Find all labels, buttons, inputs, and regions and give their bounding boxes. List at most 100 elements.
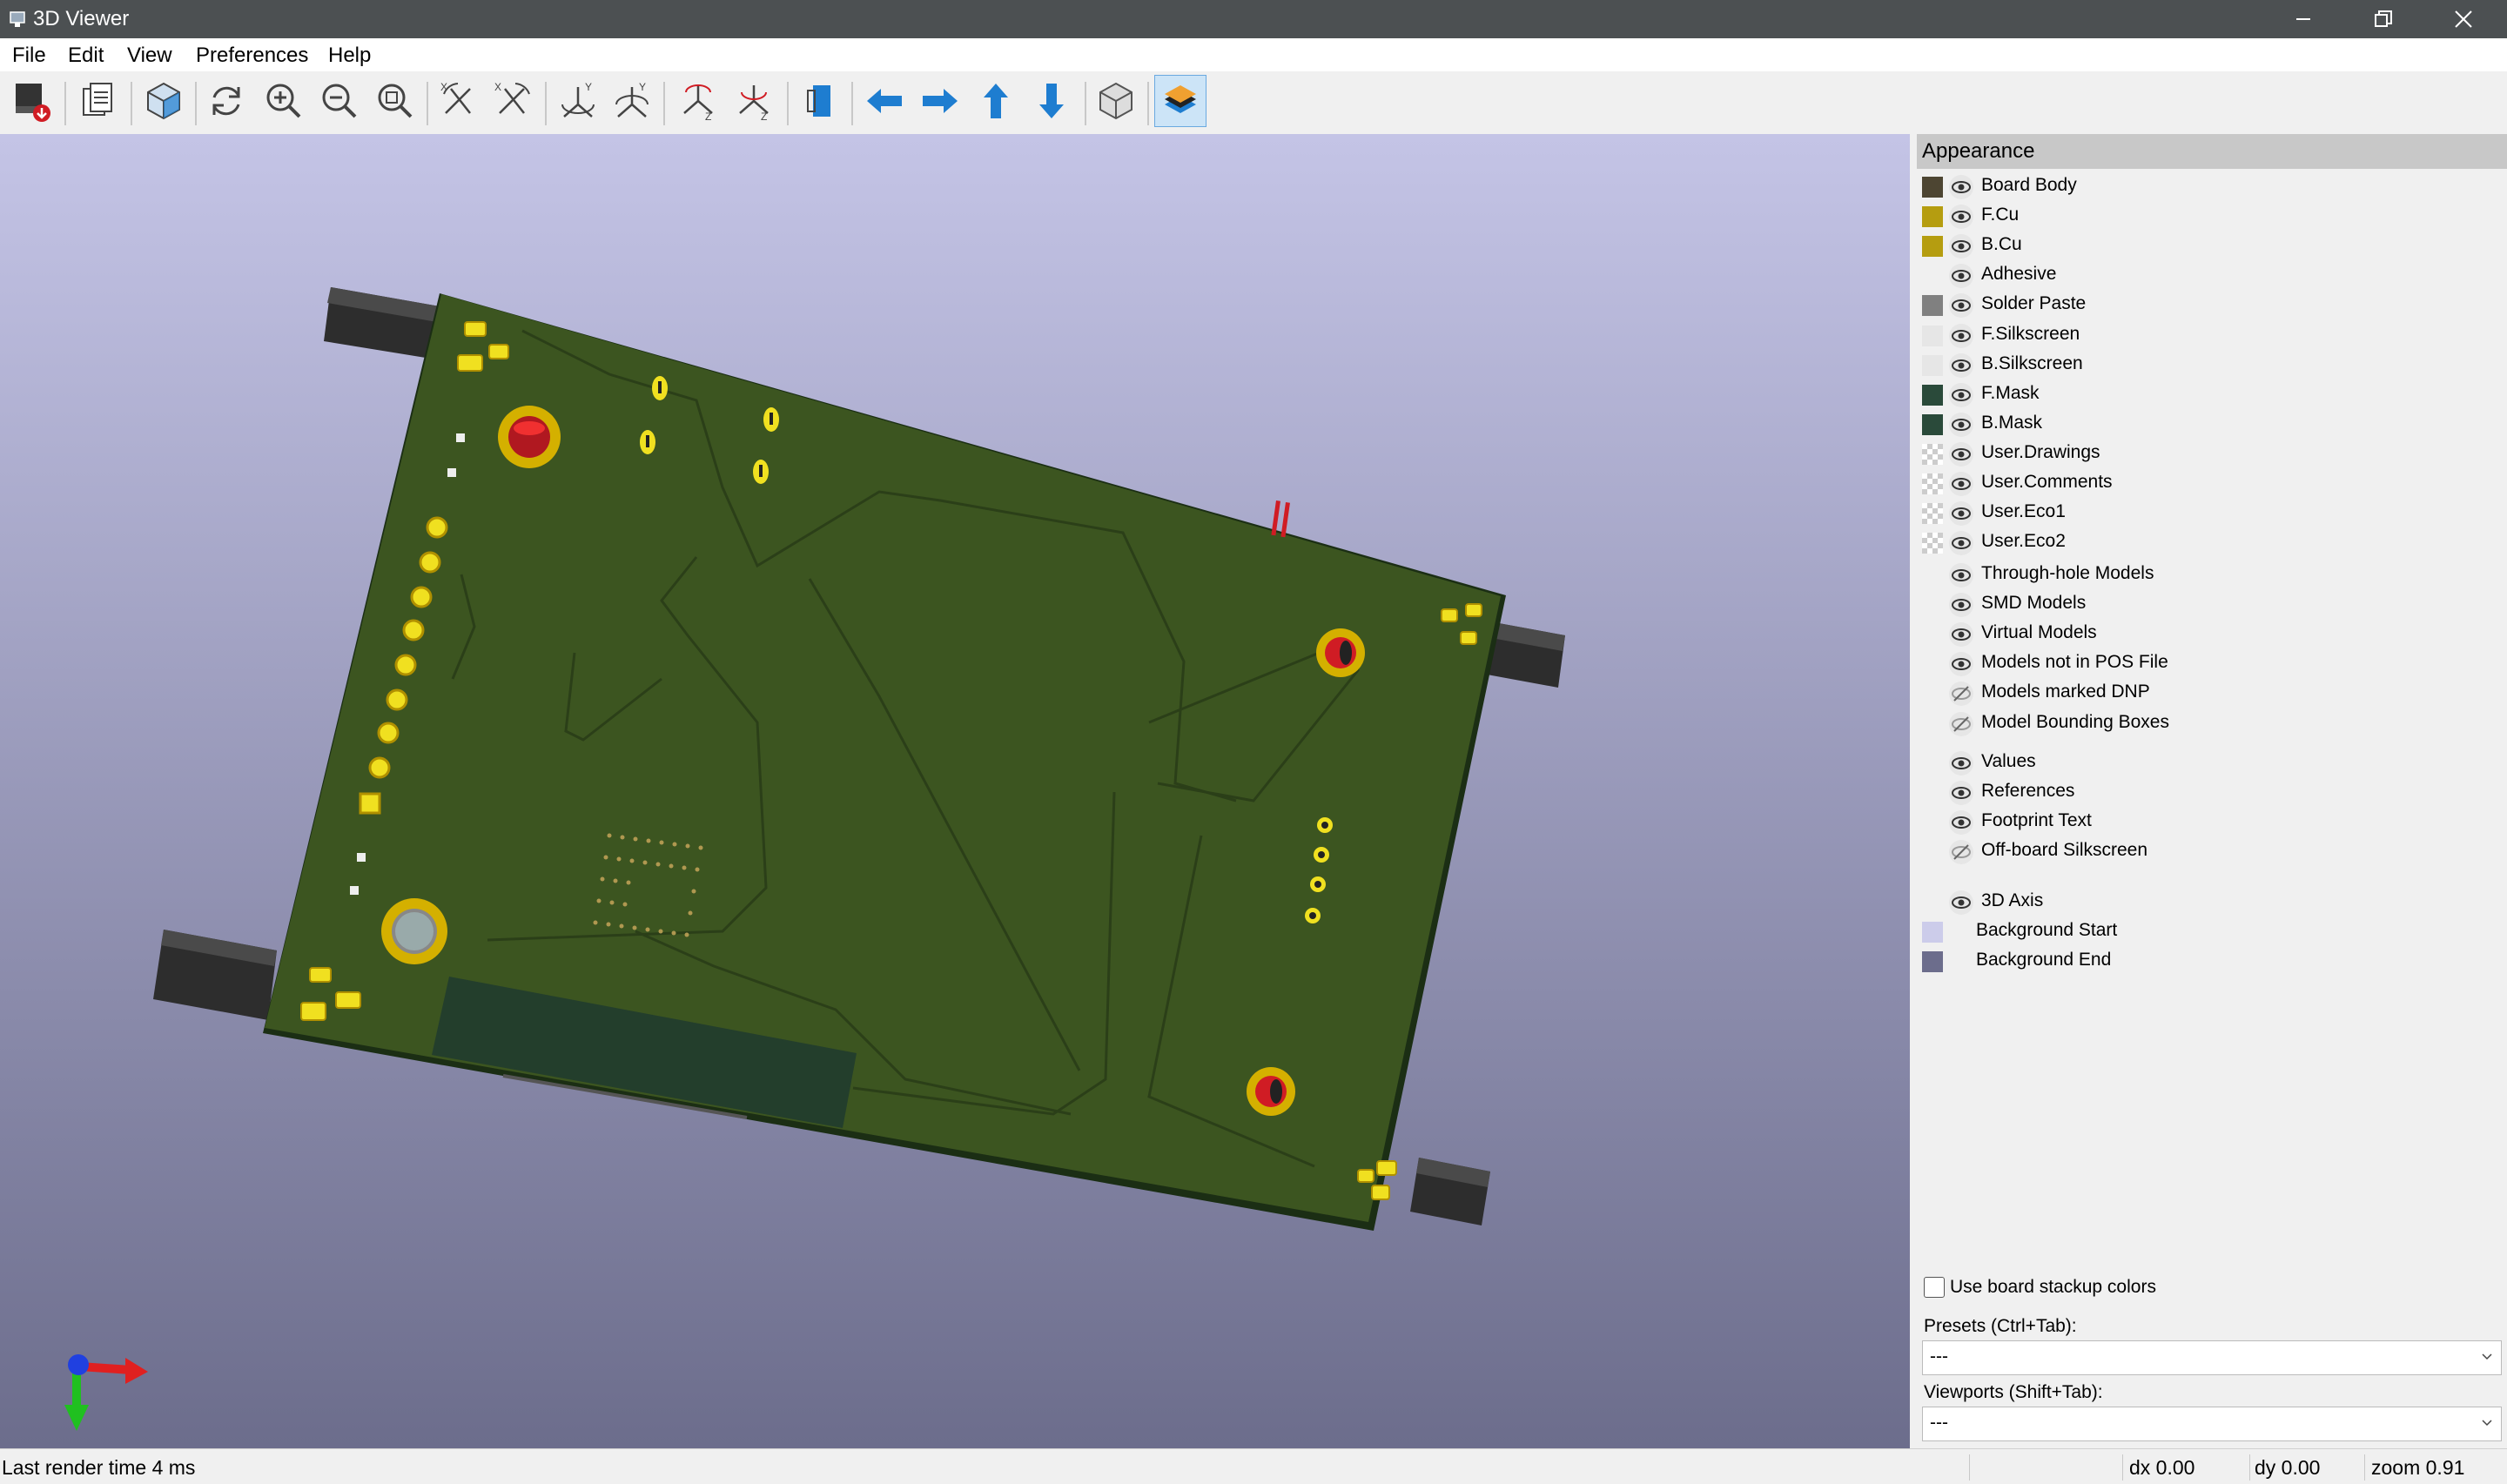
reload-board-button[interactable] <box>200 75 252 127</box>
panel-splitter[interactable] <box>1910 134 1917 1448</box>
eye-icon[interactable] <box>1948 530 1974 556</box>
layer-color-swatch[interactable] <box>1922 236 1943 258</box>
text-row-values[interactable]: Values <box>1917 749 2500 778</box>
eye-icon[interactable] <box>1948 890 1974 916</box>
layer-color-swatch[interactable] <box>1922 533 1943 554</box>
layer-row-f-mask[interactable]: F.Mask <box>1917 380 2500 410</box>
zoom-in-button[interactable] <box>258 75 310 127</box>
eye-icon[interactable] <box>1948 809 1974 836</box>
eye-icon[interactable] <box>1948 750 1974 776</box>
appearance-panel-toggle[interactable] <box>1154 75 1206 127</box>
eye-icon[interactable] <box>1948 441 1974 467</box>
flip-board-button[interactable] <box>794 75 846 127</box>
eye-icon[interactable] <box>1948 621 1974 648</box>
rotate-z-cw-button[interactable]: Z <box>672 75 724 127</box>
layer-color-swatch[interactable] <box>1922 295 1943 317</box>
eye-icon[interactable] <box>1948 471 1974 497</box>
layer-color-swatch[interactable] <box>1922 325 1943 346</box>
3d-viewport[interactable] <box>0 134 1910 1448</box>
layer-color-swatch[interactable] <box>1922 473 1943 494</box>
menu-file[interactable]: File <box>12 44 46 68</box>
background-color-swatch[interactable] <box>1922 922 1943 943</box>
move-left-button[interactable] <box>858 75 911 127</box>
model-row-model-bounding-boxes[interactable]: Model Bounding Boxes <box>1917 709 2500 739</box>
rotate-z-ccw-button[interactable]: Z <box>728 75 780 127</box>
eye-icon[interactable] <box>1948 500 1974 527</box>
layer-color-swatch[interactable] <box>1922 413 1943 435</box>
row-label: 3D Axis <box>1981 890 2044 910</box>
flip-board-icon <box>807 85 830 117</box>
viewports-select[interactable]: --- <box>1922 1407 2502 1441</box>
layer-row-f-cu[interactable]: F.Cu <box>1917 202 2500 232</box>
eye-icon[interactable] <box>1948 233 1974 259</box>
eye-icon[interactable] <box>1948 651 1974 677</box>
menu-preferences[interactable]: Preferences <box>196 44 308 68</box>
eye-hidden-icon[interactable] <box>1948 839 1974 865</box>
export-image-button[interactable] <box>7 75 59 127</box>
menu-edit[interactable]: Edit <box>68 44 104 68</box>
layer-row-solder-paste[interactable]: Solder Paste <box>1917 291 2500 320</box>
model-row-models-not-in-pos-file[interactable]: Models not in POS File <box>1917 649 2500 679</box>
orthographic-button[interactable] <box>1090 75 1142 127</box>
layer-row-user-comments[interactable]: User.Comments <box>1917 469 2500 499</box>
menu-help[interactable]: Help <box>328 44 371 68</box>
layer-color-swatch[interactable] <box>1922 503 1943 525</box>
model-row-models-marked-dnp[interactable]: Models marked DNP <box>1917 679 2500 708</box>
stackup-checkbox[interactable] <box>1924 1277 1945 1298</box>
layer-row-b-cu[interactable]: B.Cu <box>1917 232 2500 261</box>
eye-icon[interactable] <box>1948 353 1974 379</box>
menu-view[interactable]: View <box>127 44 172 68</box>
layer-row-f-silkscreen[interactable]: F.Silkscreen <box>1917 321 2500 351</box>
eye-icon[interactable] <box>1948 292 1974 319</box>
eye-icon[interactable] <box>1948 382 1974 408</box>
eye-icon[interactable] <box>1948 780 1974 806</box>
close-button[interactable] <box>2423 0 2504 38</box>
eye-icon[interactable] <box>1948 323 1974 349</box>
layer-color-swatch[interactable] <box>1922 177 1943 198</box>
rotate-x-cw-button[interactable]: X <box>434 75 486 127</box>
layer-row-board-body[interactable]: Board Body <box>1917 172 2500 202</box>
layer-row-user-drawings[interactable]: User.Drawings <box>1917 440 2500 469</box>
layer-row-b-mask[interactable]: B.Mask <box>1917 410 2500 440</box>
eye-icon[interactable] <box>1948 263 1974 289</box>
rotate-y-ccw-button[interactable]: Y <box>606 75 658 127</box>
layer-color-swatch[interactable] <box>1922 206 1943 228</box>
eye-icon[interactable] <box>1948 174 1974 200</box>
eye-icon[interactable] <box>1948 562 1974 588</box>
minimize-button[interactable] <box>2263 0 2343 38</box>
copy-image-button[interactable] <box>73 75 125 127</box>
copy-image-icon <box>83 83 112 116</box>
eye-hidden-icon[interactable] <box>1948 681 1974 707</box>
eye-hidden-icon[interactable] <box>1948 711 1974 737</box>
layer-row-b-silkscreen[interactable]: B.Silkscreen <box>1917 351 2500 380</box>
axis-row[interactable]: 3D Axis <box>1917 888 2500 917</box>
text-row-footprint-text[interactable]: Footprint Text <box>1917 808 2500 837</box>
eye-icon[interactable] <box>1948 592 1974 618</box>
rotate-x-ccw-button[interactable]: X <box>487 75 540 127</box>
zoom-out-button[interactable] <box>313 75 366 127</box>
layer-row-user-eco1[interactable]: User.Eco1 <box>1917 499 2500 528</box>
layer-row-adhesive[interactable]: Adhesive <box>1917 261 2500 291</box>
render-mode-button[interactable] <box>138 75 190 127</box>
move-right-button[interactable] <box>914 75 966 127</box>
model-row-through-hole-models[interactable]: Through-hole Models <box>1917 561 2500 590</box>
rotate-y-cw-button[interactable]: Y <box>552 75 604 127</box>
layer-color-swatch[interactable] <box>1922 354 1943 376</box>
presets-select[interactable]: --- <box>1922 1340 2502 1375</box>
background-row-1[interactable]: Background End <box>1917 947 2500 977</box>
model-row-virtual-models[interactable]: Virtual Models <box>1917 620 2500 649</box>
layer-color-swatch[interactable] <box>1922 443 1943 465</box>
text-row-off-board-silkscreen[interactable]: Off-board Silkscreen <box>1917 837 2500 867</box>
background-color-swatch[interactable] <box>1922 951 1943 972</box>
layer-color-swatch[interactable] <box>1922 384 1943 406</box>
background-row-0[interactable]: Background Start <box>1917 917 2500 947</box>
move-down-button[interactable] <box>1025 75 1078 127</box>
layer-row-user-eco2[interactable]: User.Eco2 <box>1917 528 2500 558</box>
model-row-smd-models[interactable]: SMD Models <box>1917 590 2500 620</box>
text-row-references[interactable]: References <box>1917 778 2500 808</box>
eye-icon[interactable] <box>1948 412 1974 438</box>
restore-button[interactable] <box>2343 0 2423 38</box>
zoom-fit-button[interactable] <box>369 75 421 127</box>
eye-icon[interactable] <box>1948 204 1974 230</box>
move-up-button[interactable] <box>970 75 1022 127</box>
